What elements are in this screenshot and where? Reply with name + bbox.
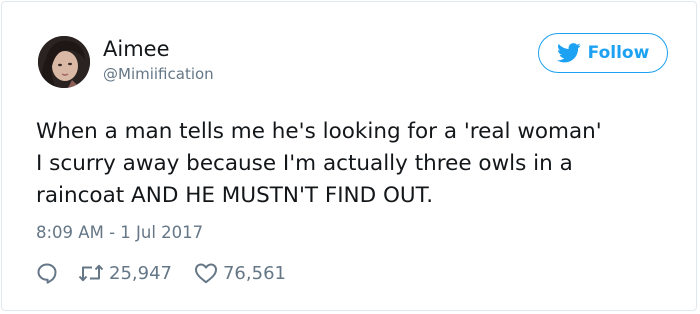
author-name[interactable]: Aimee	[103, 36, 170, 62]
tweet-text: When a man tells me he's looking for a '…	[36, 116, 676, 212]
tweet-timestamp[interactable]: 8:09 AM - 1 Jul 2017	[36, 221, 203, 245]
tweet-text-line: When a man tells me he's looking for a '…	[36, 119, 602, 144]
like-count: 76,561	[222, 262, 286, 284]
like-button[interactable]: 76,561	[194, 262, 286, 284]
follow-button-label: Follow	[587, 43, 650, 63]
author-handle[interactable]: @Mimiification	[103, 64, 214, 84]
retweet-icon	[78, 264, 104, 282]
avatar[interactable]	[38, 36, 90, 88]
retweet-count: 25,947	[109, 262, 172, 284]
tweet-text-line: I scurry away because I'm actually three…	[36, 151, 573, 176]
heart-icon	[194, 263, 217, 284]
tweet-card: Aimee @Mimiification Follow When a man t…	[1, 1, 697, 311]
reply-icon	[37, 263, 57, 284]
tweet-text-line: raincoat AND HE MUSTN'T FIND OUT.	[36, 183, 434, 208]
follow-button[interactable]: Follow	[538, 33, 668, 73]
tweet-actions: 25,947 76,561	[36, 259, 286, 287]
twitter-bird-icon	[556, 43, 581, 63]
retweet-button[interactable]: 25,947	[78, 263, 172, 284]
reply-button[interactable]	[36, 262, 58, 284]
